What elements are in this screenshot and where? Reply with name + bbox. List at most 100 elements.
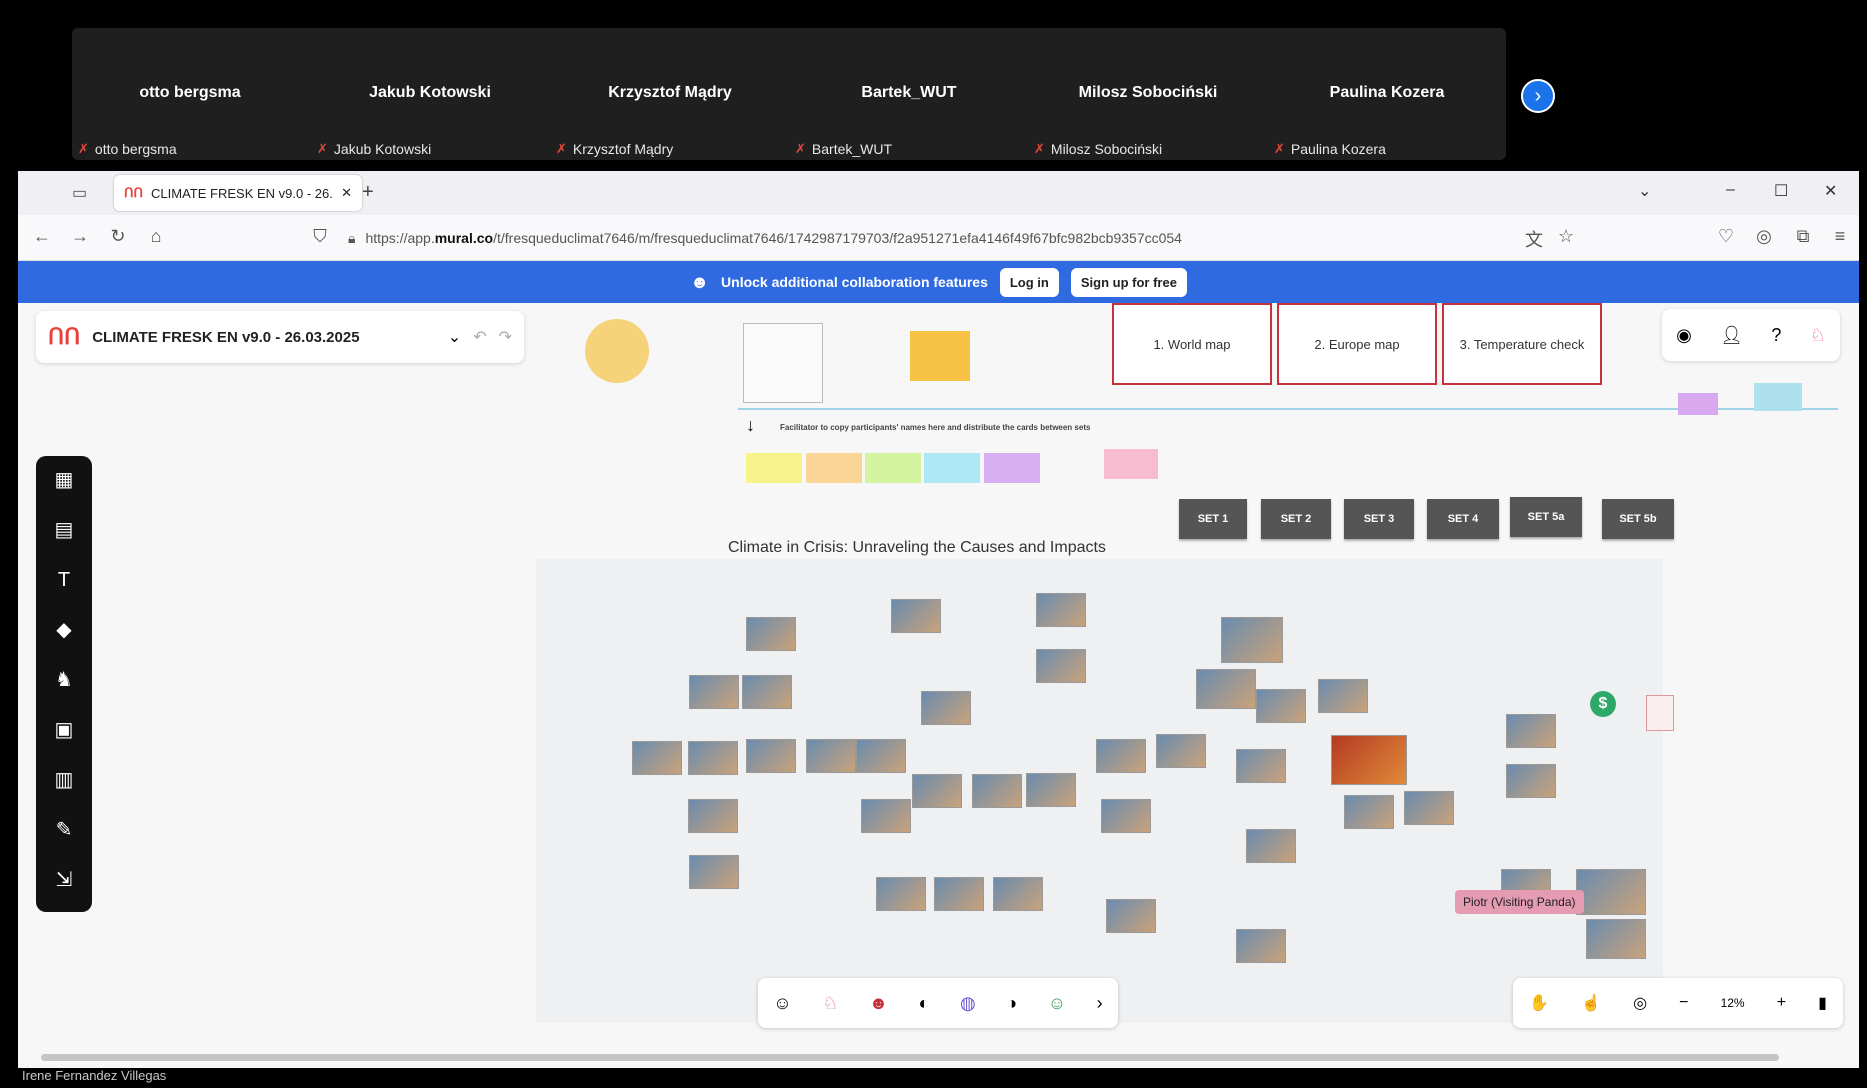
hand-icon[interactable]: ✋ [1529,993,1549,1013]
diagram-card[interactable] [1101,799,1151,833]
name-sticky[interactable] [1104,449,1158,479]
diagram-card[interactable] [1331,735,1407,785]
help-icon[interactable]: ? [1771,325,1781,346]
chevron-down-icon[interactable]: ⌄ [1638,181,1651,201]
card-europe-map[interactable]: 2. Europe map [1277,303,1437,385]
participant-tile-name[interactable]: Milosz Sobociński [1028,84,1268,102]
participant-tile-name[interactable]: Paulina Kozera [1267,84,1507,102]
text-icon[interactable]: T [50,566,78,594]
home-icon[interactable]: ⌂ [144,226,168,247]
extensions-icon[interactable]: ⧉ [1791,226,1815,247]
outline-icon[interactable]: ▮ [1818,993,1827,1013]
diagram-card[interactable] [688,799,738,833]
climate-diagram[interactable]: $ [536,559,1674,1023]
chat-icon[interactable]: ◉ [1676,325,1692,346]
pen-icon[interactable]: ✎ [50,816,78,844]
zoom-in-icon[interactable]: + [1777,994,1786,1012]
next-participants-button[interactable]: › [1521,79,1555,113]
redo-icon[interactable]: ↷ [499,327,512,347]
diagram-card[interactable] [1096,739,1146,773]
diagram-card[interactable] [912,774,962,808]
chevron-right-icon[interactable]: › [1097,993,1103,1014]
diagram-card[interactable] [1036,649,1086,683]
mural-canvas[interactable]: ᑎᑎ CLIMATE FRESK EN v9.0 - 26.03.2025 ⌄ … [18,303,1859,1068]
close-window-button[interactable]: ✕ [1824,181,1837,201]
url-bar[interactable]: 🔒︎ https://app.mural.co/t/fresqueduclima… [340,221,1610,255]
diagram-card[interactable] [746,739,796,773]
templates-icon[interactable]: ▦ [50,466,78,494]
set-5b-button[interactable]: SET 5b [1602,499,1674,539]
zoom-level[interactable]: 12% [1721,996,1745,1010]
diagram-card[interactable] [1256,689,1306,723]
avatar-icon[interactable]: ☻ [869,993,888,1014]
avatar-icon[interactable]: ♘ [1810,325,1826,346]
diagram-card[interactable] [972,774,1022,808]
diagram-card[interactable] [742,675,792,709]
translate-icon[interactable]: 文 [1522,226,1546,252]
horizontal-scrollbar[interactable] [41,1054,1779,1061]
import-icon[interactable]: ⇲ [50,866,78,894]
minimize-button[interactable]: – [1726,181,1735,199]
diagram-card[interactable] [1344,795,1394,829]
emoji-icon[interactable]: ☺ [773,993,791,1014]
chevron-down-icon[interactable]: ⌄ [448,327,461,347]
diagram-card[interactable] [632,741,682,775]
reload-icon[interactable]: ↻ [106,226,130,247]
diagram-card[interactable] [1236,929,1286,963]
diagram-card[interactable] [1246,829,1296,863]
diagram-card[interactable] [1221,617,1283,663]
browser-tab[interactable]: ᑎᑎ CLIMATE FRESK EN v9.0 - 26.03 ✕ [114,175,362,211]
pointer-icon[interactable]: ☝ [1581,993,1601,1013]
diagram-card[interactable] [1586,919,1646,959]
diagram-card[interactable] [921,691,971,725]
sticky-note-icon[interactable]: ▤ [50,516,78,544]
diagram-card[interactable] [1318,679,1368,713]
participant-tile-name[interactable]: Jakub Kotowski [310,84,550,102]
avatar-icon[interactable]: ♘ [822,993,838,1014]
map-icon[interactable]: ◎ [1633,993,1647,1013]
menu-icon[interactable]: ≡ [1828,226,1852,247]
undo-icon[interactable]: ↶ [473,327,486,347]
card-temperature-check[interactable]: 3. Temperature check [1442,303,1602,385]
diagram-card[interactable] [1576,869,1646,915]
image-icon[interactable]: ▣ [50,716,78,744]
diagram-card[interactable] [689,675,739,709]
star-icon[interactable]: ☆ [1554,226,1578,247]
close-tab-icon[interactable]: ✕ [341,185,352,201]
diagram-card[interactable] [1236,749,1286,783]
diagram-card[interactable] [746,617,796,651]
panda-icon[interactable]: ◐ [919,993,930,1014]
name-sticky[interactable] [984,453,1040,483]
name-sticky[interactable] [865,453,921,483]
diagram-card[interactable] [1196,669,1256,709]
diagram-card[interactable] [856,739,906,773]
icons-llama-icon[interactable]: ♞ [50,666,78,694]
pocket-icon[interactable]: ♡ [1714,226,1738,247]
diagram-card[interactable] [1026,773,1076,807]
participant-tile-name[interactable]: Krzysztof Mądry [550,84,790,102]
avatar-icon[interactable]: ◍ [960,993,976,1014]
back-icon[interactable]: ← [30,226,54,247]
signup-button[interactable]: Sign up for free [1070,267,1187,297]
participant-tile-name[interactable]: Bartek_WUT [789,84,1029,102]
maximize-button[interactable]: ☐ [1774,181,1788,201]
yellow-circle-sticky[interactable] [585,319,649,383]
forward-icon[interactable]: → [68,226,92,247]
account-icon[interactable]: ◎ [1752,226,1776,247]
panda-icon[interactable]: ◑ [1006,993,1017,1014]
tab-list-icon[interactable]: ▭ [72,183,87,203]
name-sticky[interactable] [746,453,802,483]
diagram-card[interactable] [1106,899,1156,933]
shield-icon[interactable]: ⛉ [308,226,332,247]
set-2-button[interactable]: SET 2 [1261,499,1331,539]
diagram-card[interactable] [1506,764,1556,798]
diagram-card[interactable] [1156,734,1206,768]
set-4-button[interactable]: SET 4 [1427,499,1499,539]
table-icon[interactable]: ▥ [50,766,78,794]
diagram-card[interactable] [891,599,941,633]
zoom-out-icon[interactable]: − [1679,994,1688,1012]
diagram-card[interactable] [861,799,911,833]
name-sticky[interactable] [924,453,980,483]
diagram-card[interactable] [993,877,1043,911]
login-button[interactable]: Log in [999,267,1059,297]
